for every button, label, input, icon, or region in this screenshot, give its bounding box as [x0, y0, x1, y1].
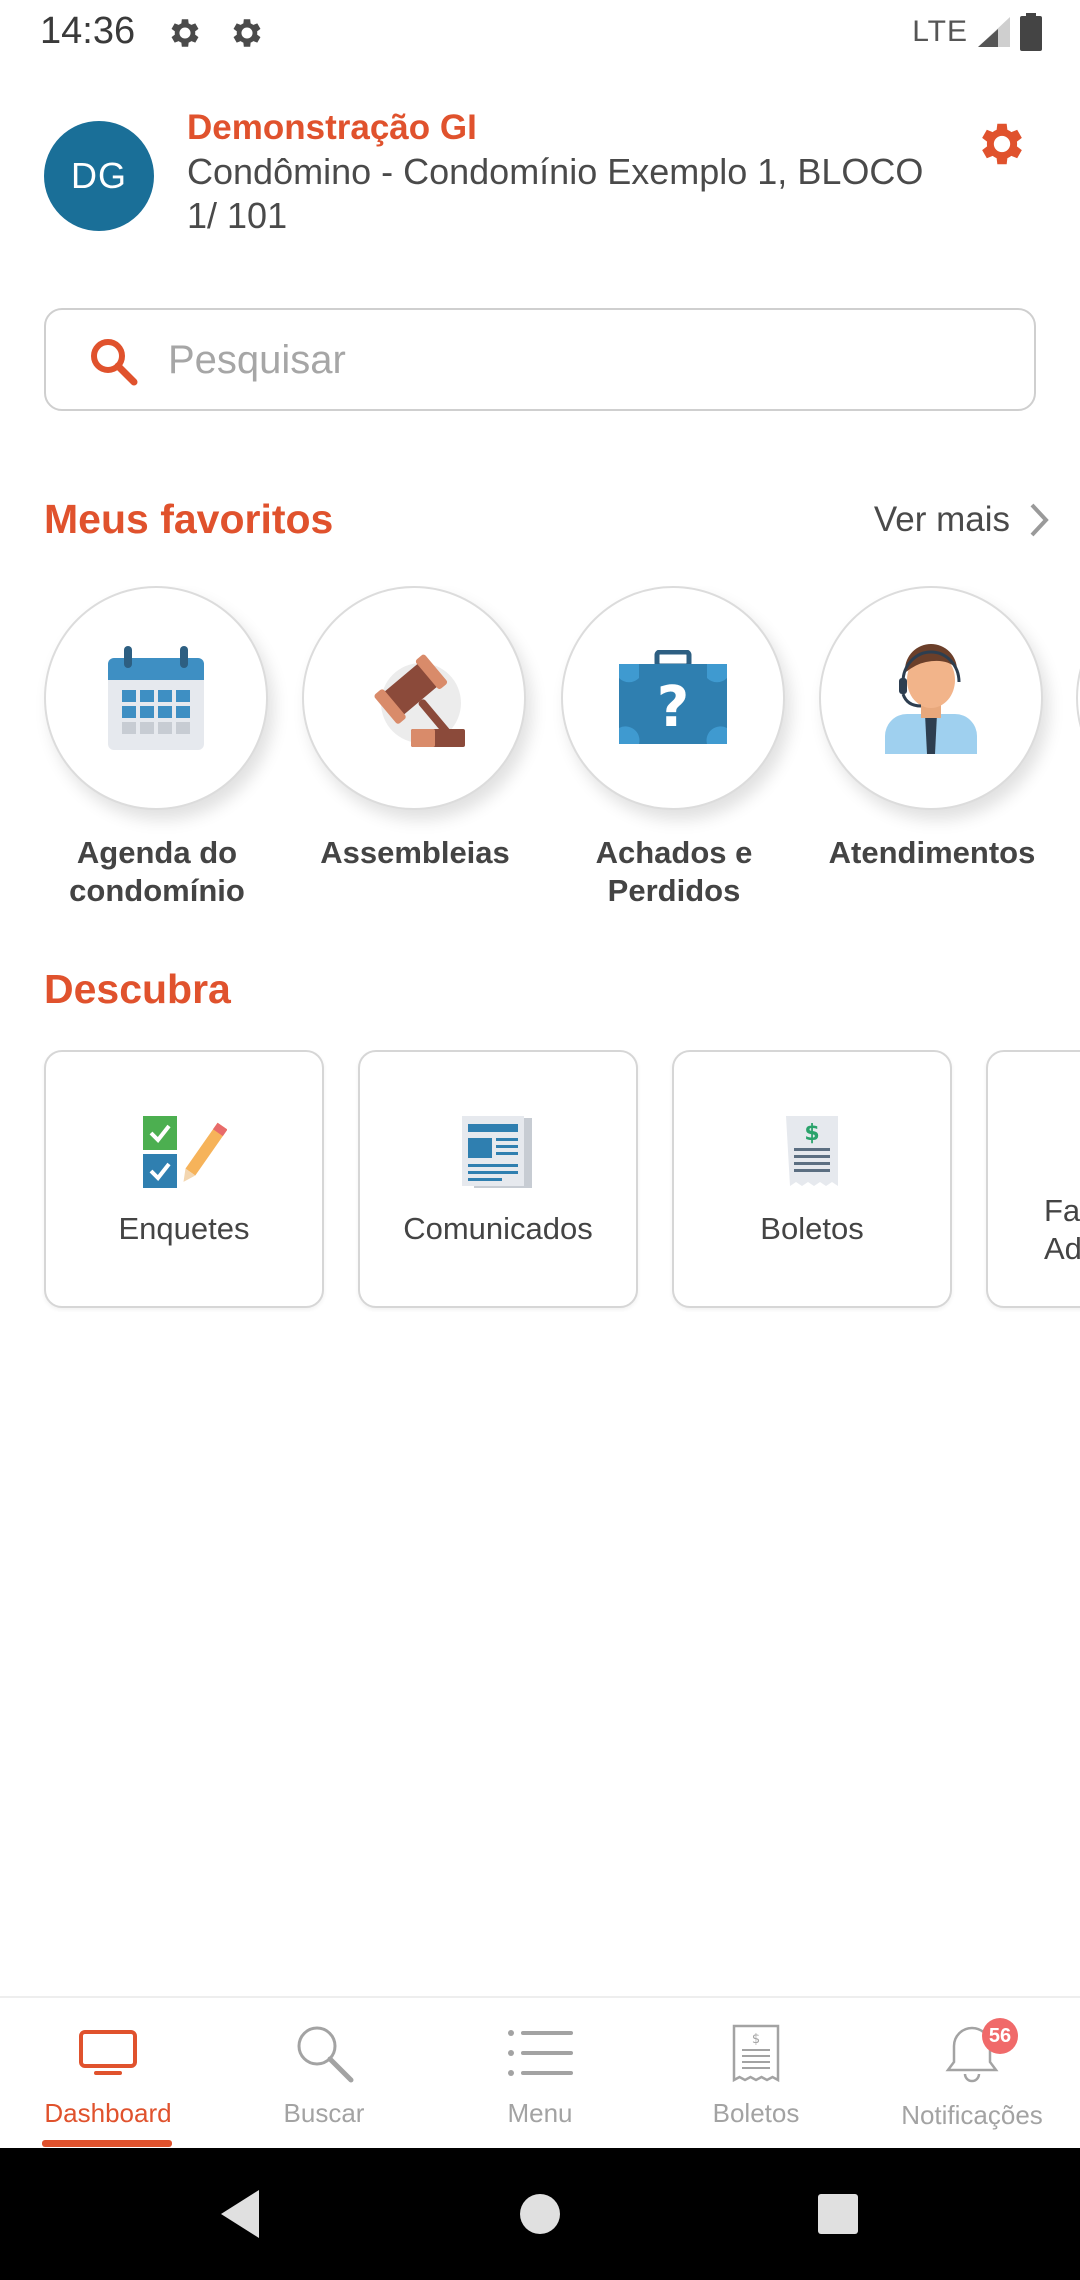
gear-icon	[233, 19, 261, 47]
nav-notificacoes[interactable]: 56 Notificações	[864, 1998, 1080, 2148]
favorite-label: Achados e Perdidos	[595, 835, 753, 908]
favorite-icon-circle	[302, 586, 526, 810]
bottom-nav: Dashboard Buscar Menu $ Boletos 56 Notif…	[0, 1996, 1080, 2148]
nav-dashboard[interactable]: Dashboard	[0, 1998, 216, 2148]
favorite-next-partial[interactable]	[1076, 586, 1080, 810]
back-button[interactable]	[208, 2182, 272, 2246]
nav-icon	[216, 2018, 432, 2088]
favorite-agenda[interactable]: Agenda do condomínio	[44, 586, 270, 910]
network-type: LTE	[912, 15, 968, 48]
nav-label: Menu	[507, 2098, 573, 2128]
calendar-icon	[108, 646, 204, 750]
gear-icon	[171, 19, 199, 47]
status-time: 14:36	[40, 10, 136, 52]
newspaper-icon	[462, 1116, 532, 1188]
nav-menu[interactable]: Menu	[432, 1998, 648, 2148]
favorite-label: Agenda do condomínio	[69, 835, 245, 908]
favorite-icon-circle: ?	[561, 586, 785, 810]
nav-icon	[432, 2018, 648, 2088]
avatar[interactable]: DG	[44, 121, 154, 231]
search-icon	[297, 2026, 354, 2083]
back-icon	[221, 2190, 259, 2238]
discover-card-partial[interactable]: Fa Adm	[986, 1050, 1080, 1308]
home-button[interactable]	[508, 2182, 572, 2246]
discover-label: Boletos	[760, 1211, 864, 1246]
discover-row: Enquetes Comunicados $ Boletos Fa Ad	[0, 1050, 1080, 1312]
favorite-icon-circle	[819, 586, 1043, 810]
discover-icon: $	[674, 1114, 950, 1192]
nav-buscar[interactable]: Buscar	[216, 1998, 432, 2148]
see-more-label: Ver mais	[873, 500, 1010, 539]
discover-title: Descubra	[44, 966, 231, 1012]
search-icon	[91, 339, 138, 386]
favorite-label: Atendimentos	[828, 835, 1036, 870]
favorite-icon-circle	[44, 586, 268, 810]
discover-card-comunicados[interactable]: Comunicados	[358, 1050, 638, 1308]
discover-label: Enquetes	[118, 1211, 250, 1246]
nav-icon	[0, 2018, 216, 2088]
nav-icon	[864, 2018, 1080, 2088]
nav-label: Notificações	[901, 2100, 1043, 2130]
discover-icon	[360, 1114, 636, 1192]
svg-text:$: $	[752, 2032, 760, 2047]
monitor-icon	[79, 2030, 137, 2075]
chevron-right-icon	[1030, 503, 1049, 537]
gear-icon	[982, 123, 1022, 165]
discover-card-boletos[interactable]: $ Boletos	[672, 1050, 952, 1308]
recents-icon	[818, 2194, 858, 2234]
poll-checklist-icon	[143, 1116, 227, 1188]
notification-badge: 56	[982, 2018, 1018, 2054]
menu-list-icon	[508, 2030, 573, 2076]
search-box[interactable]	[44, 308, 1036, 411]
search-input[interactable]	[168, 328, 988, 392]
user-role-location: Condômino - Condomínio Exemplo 1, BLOCO …	[187, 151, 924, 236]
discover-card-enquetes[interactable]: Enquetes	[44, 1050, 324, 1308]
recents-button[interactable]	[806, 2182, 870, 2246]
svg-text:$: $	[804, 1121, 819, 1146]
nav-icon: $	[648, 2018, 864, 2088]
battery-icon	[1020, 13, 1042, 51]
favorites-row: Agenda do condomínio Assembleias ? Achad…	[0, 586, 1080, 926]
discover-label: Fa Adm	[1044, 1193, 1080, 1266]
favorite-label: Assembleias	[320, 835, 510, 870]
favorite-achados-perdidos[interactable]: ? Achados e Perdidos	[561, 586, 787, 910]
gavel-icon	[374, 654, 465, 747]
status-bar: 14:36 LTE	[0, 0, 1080, 66]
active-tab-indicator	[42, 2140, 172, 2147]
system-nav-bar	[0, 2148, 1080, 2280]
nav-label: Buscar	[283, 2098, 365, 2128]
signal-icon	[978, 17, 1010, 47]
settings-button[interactable]	[970, 112, 1034, 176]
nav-boletos[interactable]: $ Boletos	[648, 1998, 864, 2148]
receipt-icon: $	[732, 2024, 780, 2083]
favorites-title: Meus favoritos	[44, 496, 334, 542]
bill-receipt-icon: $	[786, 1116, 838, 1186]
nav-label: Boletos	[712, 2098, 800, 2128]
svg-text:?: ?	[657, 675, 689, 740]
home-icon	[520, 2194, 560, 2234]
favorite-assembleias[interactable]: Assembleias	[302, 586, 528, 872]
see-more-link[interactable]: Ver mais	[874, 500, 1050, 540]
nav-label: Dashboard	[44, 2098, 172, 2128]
discover-label: Comunicados	[403, 1211, 593, 1246]
favorite-atendimentos[interactable]: Atendimentos	[819, 586, 1045, 872]
user-name: Demonstração GI	[187, 108, 477, 147]
discover-icon	[46, 1114, 322, 1192]
status-right: LTE	[912, 12, 1042, 52]
lost-found-suitcase-icon: ?	[619, 650, 727, 744]
support-agent-icon	[885, 644, 977, 754]
